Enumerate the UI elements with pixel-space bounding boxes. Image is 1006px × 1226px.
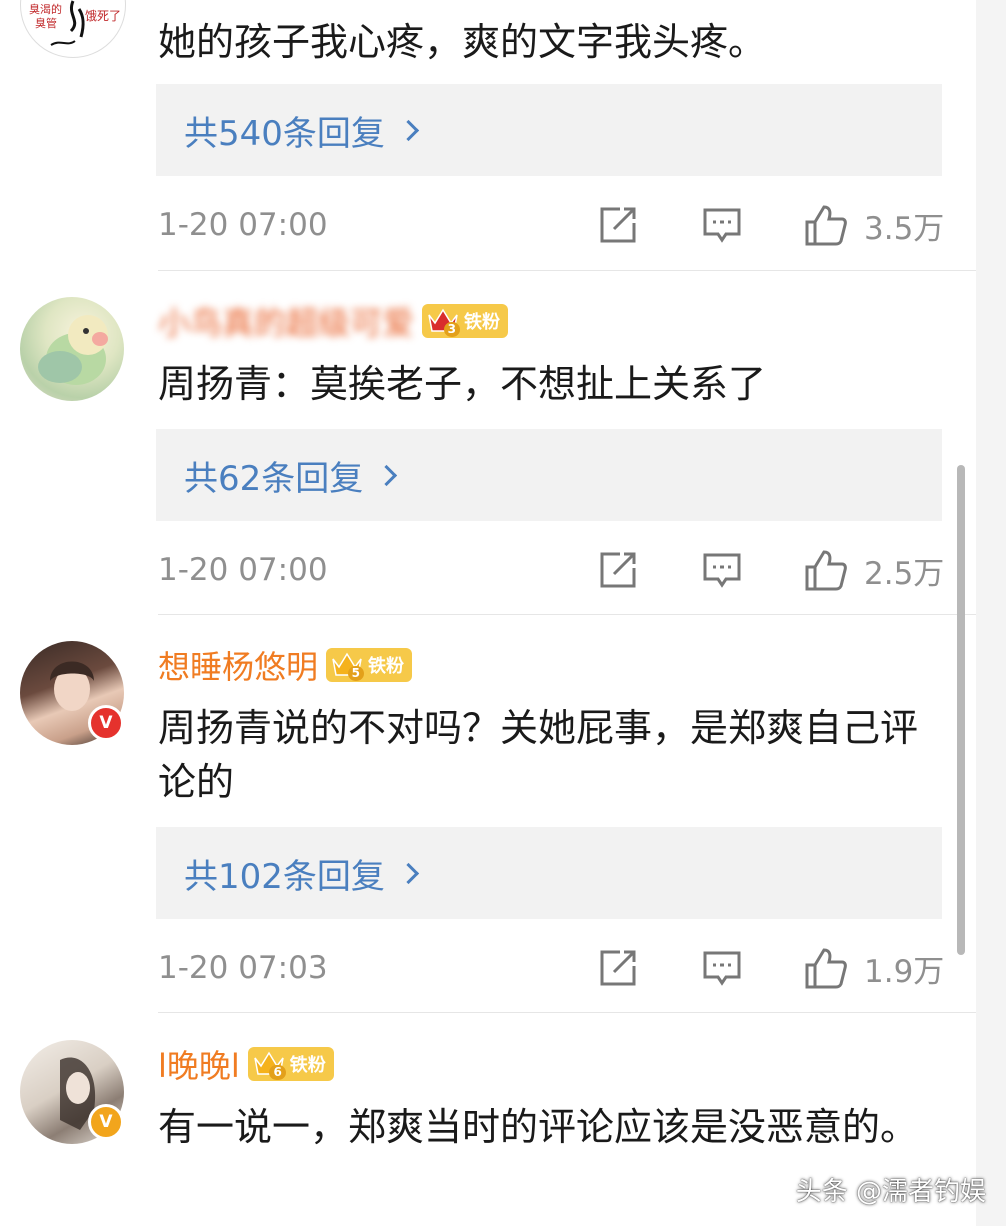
username-row: l晚晚l 6 铁粉 <box>158 1042 334 1086</box>
crown-icon: 6 <box>250 1047 288 1081</box>
comment-time: 1-20 07:00 <box>158 552 328 588</box>
like-button[interactable]: 1.9万 <box>804 946 944 990</box>
like-button[interactable]: 3.5万 <box>804 203 944 247</box>
verified-badge: V <box>88 705 124 741</box>
avatar[interactable]: 臭渴的 臭管 饿死了 <box>20 0 126 58</box>
divider <box>158 270 976 271</box>
comment-icon[interactable] <box>702 550 742 590</box>
comment-meta: 1-20 07:03 1.9万 <box>158 946 948 990</box>
comment-text: 她的孩子我心疼，爽的文字我头疼。 <box>158 20 767 64</box>
like-count: 1.9万 <box>864 953 945 990</box>
thumbs-up-icon <box>805 948 847 989</box>
thumbs-up-icon <box>805 550 847 591</box>
avatar-caption: 饿死了 <box>85 9 122 23</box>
comment-text: 周扬青：莫挨老子，不想扯上关系了 <box>158 362 767 406</box>
right-edge <box>976 0 1006 1226</box>
comment-text: 有一说一，郑爽当时的评论应该是没恶意的。 <box>158 1105 919 1149</box>
avatar-caption: 臭管 <box>35 17 57 30</box>
comment-icon[interactable] <box>702 948 742 988</box>
reply-count-link[interactable]: 共102条回复 <box>184 849 420 898</box>
comment-time: 1-20 07:00 <box>158 207 328 243</box>
username[interactable]: 想睡杨悠明 <box>158 642 318 688</box>
like-count: 3.5万 <box>864 210 945 247</box>
divider <box>158 614 976 615</box>
chevron-right-icon <box>397 862 420 884</box>
username-row: 想睡杨悠明 5 铁粉 <box>158 642 413 688</box>
parrot-icon <box>38 315 108 385</box>
share-icon[interactable] <box>598 550 638 590</box>
reply-count-label: 共102条回复 <box>184 856 385 897</box>
username[interactable]: l晚晚l <box>158 1041 240 1087</box>
like-button[interactable]: 2.5万 <box>804 548 944 592</box>
fan-badge-label: 铁粉 <box>464 312 501 333</box>
reply-box[interactable]: 共102条回复 <box>156 827 942 919</box>
avatar[interactable] <box>20 297 124 401</box>
fan-badge: 3 铁粉 <box>422 304 509 338</box>
crown-icon: 5 <box>328 648 366 682</box>
chevron-right-icon <box>376 464 398 486</box>
scrollbar[interactable] <box>957 465 965 955</box>
fan-badge-label: 铁粉 <box>368 656 405 677</box>
like-count: 2.5万 <box>864 555 945 592</box>
watermark: 头条 @濡者钓娱 <box>795 1177 986 1207</box>
username[interactable]: 小鸟真的超级可爱 <box>158 298 414 344</box>
verified-badge: V <box>88 1104 124 1140</box>
comment-meta: 1-20 07:00 2.5万 <box>158 548 948 592</box>
reply-count-link[interactable]: 共62条回复 <box>184 451 398 500</box>
reply-box[interactable]: 共540条回复 <box>156 84 942 176</box>
comment-time: 1-20 07:03 <box>158 950 328 986</box>
share-icon[interactable] <box>598 205 638 245</box>
reply-box[interactable]: 共62条回复 <box>156 429 942 521</box>
chevron-right-icon <box>397 119 420 141</box>
avatar[interactable]: V <box>20 641 124 745</box>
comment-meta: 1-20 07:00 3.5万 <box>158 203 948 247</box>
avatar[interactable]: V <box>20 1040 124 1144</box>
fan-badge-label: 铁粉 <box>289 1055 326 1076</box>
username-row: 小鸟真的超级可爱 3 铁粉 <box>158 298 509 344</box>
fan-badge: 6 铁粉 <box>247 1047 334 1081</box>
reply-count-label: 共62条回复 <box>184 458 364 499</box>
comment-icon[interactable] <box>702 205 742 245</box>
reply-count-label: 共540条回复 <box>184 113 385 154</box>
thumbs-up-icon <box>805 205 847 246</box>
comment-text: 周扬青说的不对吗？关她屁事，是郑爽自己评论的 <box>158 706 919 804</box>
crown-icon: 3 <box>424 304 462 338</box>
share-icon[interactable] <box>598 948 638 988</box>
divider <box>158 1012 976 1013</box>
reply-count-link[interactable]: 共540条回复 <box>184 106 420 155</box>
fan-badge: 5 铁粉 <box>326 648 413 682</box>
